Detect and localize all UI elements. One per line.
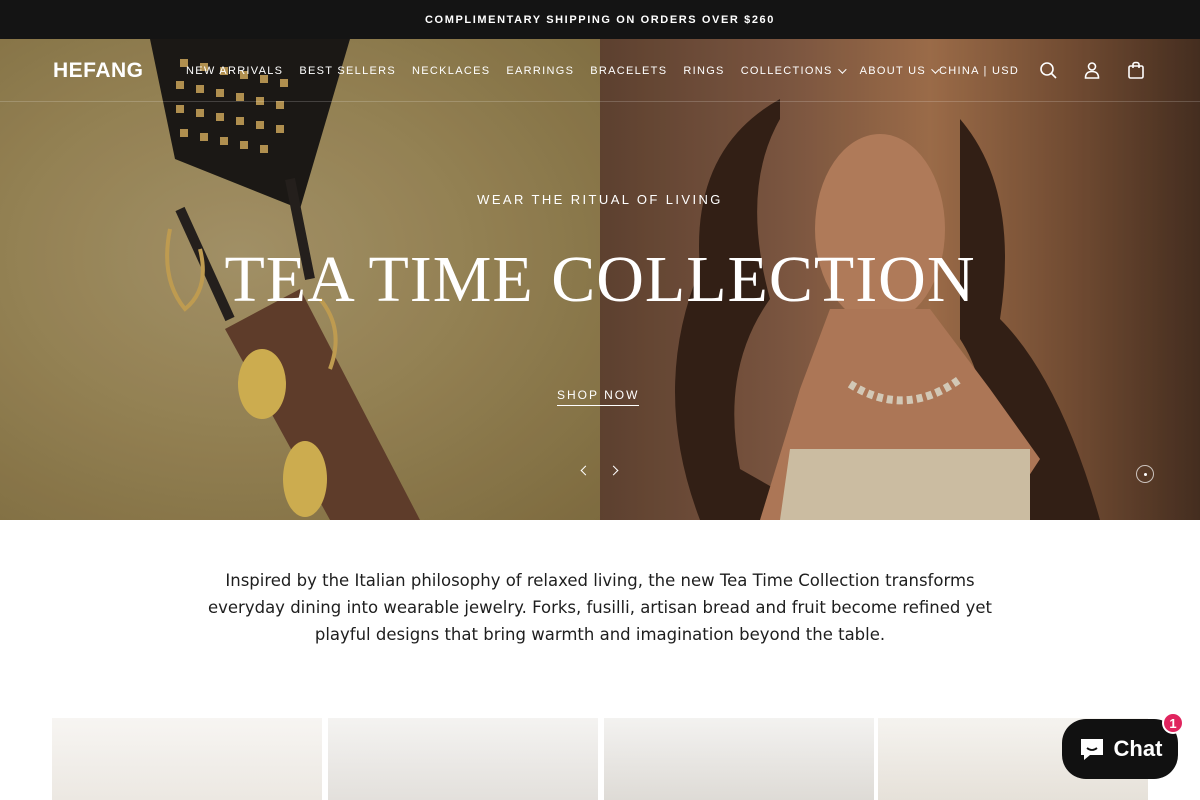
nav-about-us[interactable]: ABOUT US (859, 65, 940, 77)
nav-necklaces[interactable]: NECKLACES (412, 65, 490, 77)
bag-icon[interactable] (1126, 60, 1146, 80)
chat-bubble-icon (1080, 739, 1103, 760)
prev-slide-icon[interactable] (578, 464, 592, 478)
chat-button[interactable]: Chat (1062, 719, 1178, 779)
nav-collections[interactable]: COLLECTIONS (740, 65, 847, 77)
nav-collections-label: COLLECTIONS (740, 65, 833, 77)
announcement-text: COMPLIMENTARY SHIPPING ON ORDERS OVER $2… (425, 13, 775, 26)
nav-earrings[interactable]: EARRINGS (506, 65, 574, 77)
nav-about-us-label: ABOUT US (859, 65, 927, 77)
product-tile[interactable] (328, 718, 598, 800)
announcement-bar: COMPLIMENTARY SHIPPING ON ORDERS OVER $2… (0, 0, 1200, 39)
chat-label: Chat (1113, 736, 1163, 761)
shop-now-link[interactable]: SHOP NOW (557, 388, 640, 406)
hero-eyebrow: WEAR THE RITUAL OF LIVING (477, 192, 723, 207)
nav-best-sellers[interactable]: BEST SELLERS (299, 65, 396, 77)
brand-logo[interactable]: HEFANG (53, 59, 144, 83)
nav-new-arrivals[interactable]: NEW ARRIVALS (186, 65, 283, 77)
product-tile[interactable] (52, 718, 322, 800)
search-icon[interactable] (1038, 60, 1058, 80)
slide-indicator-dot[interactable] (1136, 465, 1154, 483)
product-tile[interactable] (604, 718, 874, 800)
account-icon[interactable] (1082, 60, 1102, 80)
site-header: HEFANG NEW ARRIVALS BEST SELLERS NECKLAC… (0, 39, 1200, 102)
next-slide-icon[interactable] (608, 464, 622, 478)
main-nav: NEW ARRIVALS BEST SELLERS NECKLACES EARR… (186, 65, 953, 77)
hero-title: TEA TIME COLLECTION (224, 243, 976, 316)
chevron-down-icon (837, 65, 847, 74)
nav-bracelets[interactable]: BRACELETS (590, 65, 667, 77)
collection-intro: Inspired by the Italian philosophy of re… (207, 571, 993, 644)
chat-unread-badge: 1 (1162, 712, 1184, 734)
locale-selector[interactable]: CHINA | USD (939, 65, 1019, 77)
nav-rings[interactable]: RINGS (683, 65, 724, 77)
